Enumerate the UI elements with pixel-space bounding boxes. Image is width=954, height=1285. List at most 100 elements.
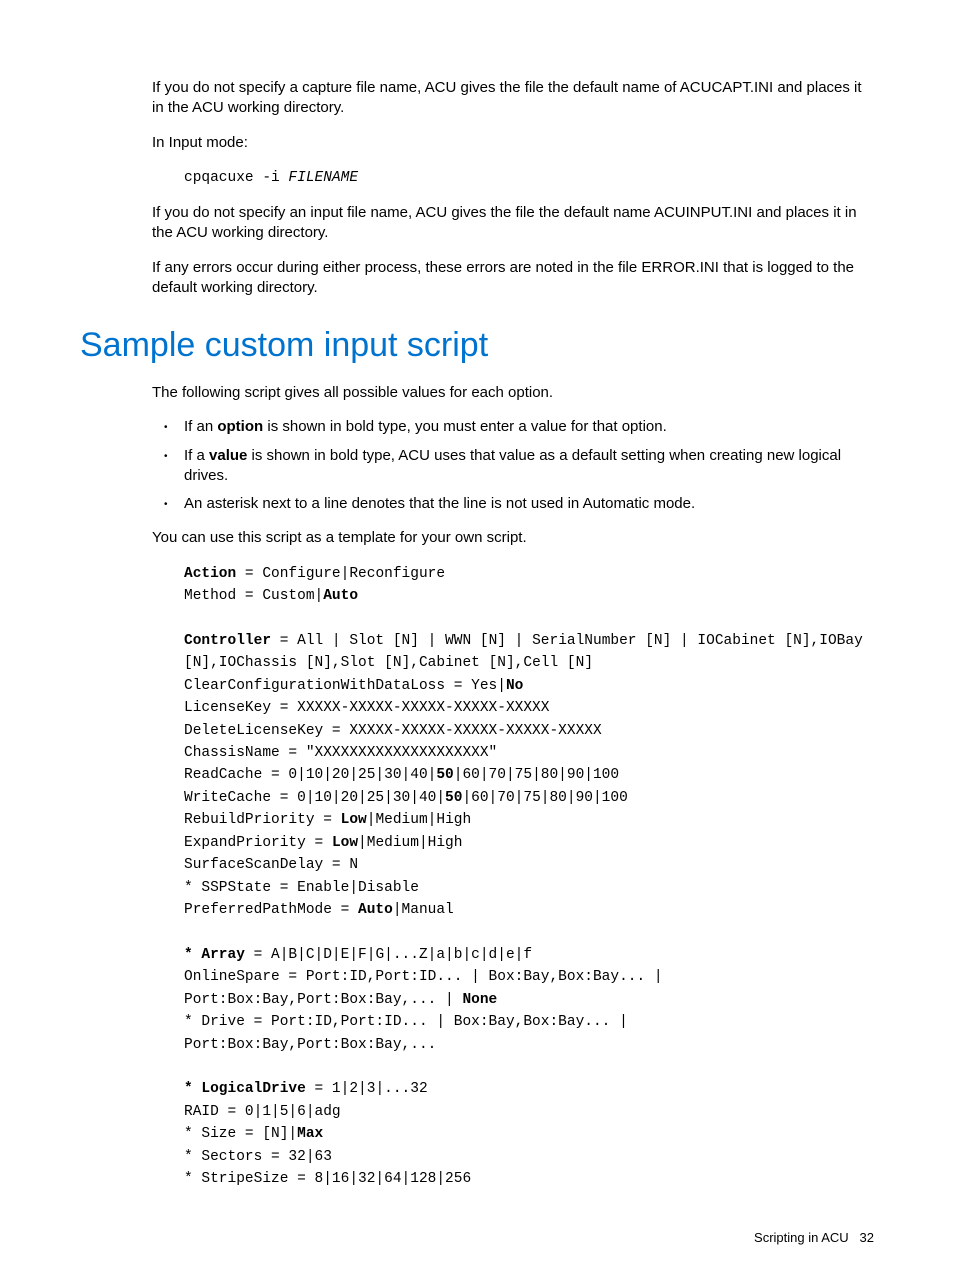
text: PreferredPathMode =: [184, 902, 358, 918]
script-line: * SSPState = Enable|Disable: [184, 877, 874, 899]
text: ClearConfigurationWithDataLoss = Yes|: [184, 678, 506, 694]
list-item: If an option is shown in bold type, you …: [184, 417, 874, 437]
script-line: * Array = A|B|C|D|E|F|G|...Z|a|b|c|d|e|f: [184, 944, 874, 966]
text: WriteCache = 0|10|20|25|30|40|: [184, 790, 445, 806]
text-bold: Low: [341, 812, 367, 828]
text: is shown in bold type, ACU uses that val…: [184, 447, 841, 484]
text: SurfaceScanDelay =: [184, 857, 349, 873]
paragraph: If you do not specify a capture file nam…: [80, 78, 874, 119]
script-line: ExpandPriority = Low|Medium|High: [184, 832, 874, 854]
text: ReadCache = 0|10|20|25|30|40|: [184, 767, 436, 783]
text: ] | IOCabinet [: [663, 633, 794, 649]
blank-line: [184, 1056, 874, 1078]
script-line: * StripeSize = 8|16|32|64|128|256: [184, 1168, 874, 1190]
paragraph: You can use this script as a template fo…: [80, 528, 874, 548]
text-bold: 50: [436, 767, 453, 783]
text: ExpandPriority =: [184, 835, 332, 851]
text: If an: [184, 418, 217, 435]
code-variable: FILENAME: [288, 170, 358, 186]
text: |Medium|High: [358, 835, 462, 851]
text-var: N: [654, 633, 663, 649]
text-var: N: [349, 857, 358, 873]
text: = 1|2|3|...32: [306, 1081, 428, 1097]
text-bold: value: [209, 447, 247, 464]
script-line: RebuildPriority = Low|Medium|High: [184, 809, 874, 831]
text-bold: Action: [184, 566, 236, 582]
blank-line: [184, 922, 874, 944]
text-bold: Array: [201, 947, 245, 963]
bullet-list: If an option is shown in bold type, you …: [80, 417, 874, 514]
code-text: cpqacuxe -i: [184, 170, 288, 186]
text: ],Cabinet [: [402, 655, 498, 671]
script-line: WriteCache = 0|10|20|25|30|40|50|60|70|7…: [184, 787, 874, 809]
text-var: N: [393, 655, 402, 671]
page-footer: Scripting in ACU 32: [80, 1230, 874, 1245]
script-line: LicenseKey = XXXXX-XXXXX-XXXXX-XXXXX-XXX…: [184, 697, 874, 719]
text-var: N: [315, 655, 324, 671]
text: = Configure|Reconfigure: [236, 566, 445, 582]
text: ],IOChassis [: [201, 655, 314, 671]
section-heading: Sample custom input script: [80, 326, 874, 365]
text-bold: LogicalDrive: [201, 1081, 305, 1097]
script-line: Method = Custom|Auto: [184, 585, 874, 607]
text: ],Slot [: [323, 655, 393, 671]
text-bold: Max: [297, 1126, 323, 1142]
script-line: PreferredPathMode = Auto|Manual: [184, 899, 874, 921]
text: = All | Slot [: [271, 633, 402, 649]
text: |Manual: [393, 902, 454, 918]
text: |Medium|High: [367, 812, 471, 828]
paragraph: If you do not specify an input file name…: [80, 203, 874, 244]
script-line: DeleteLicenseKey = XXXXX-XXXXX-XXXXX-XXX…: [184, 720, 874, 742]
text-bold: No: [506, 678, 523, 694]
text-bold: Auto: [323, 588, 358, 604]
text: is shown in bold type, you must enter a …: [263, 418, 667, 435]
script-line: * Size = [N]|Max: [184, 1123, 874, 1145]
text-bold: Auto: [358, 902, 393, 918]
list-item: If a value is shown in bold type, ACU us…: [184, 446, 874, 487]
text: |60|70|75|80|90|100: [454, 767, 619, 783]
footer-title: Scripting in ACU: [754, 1230, 849, 1245]
document-page: If you do not specify a capture file nam…: [0, 0, 954, 1285]
script-line: ClearConfigurationWithDataLoss = Yes|No: [184, 675, 874, 697]
script-line: * Sectors = 32|63: [184, 1146, 874, 1168]
text: Method = Custom|: [184, 588, 323, 604]
script-line: * Drive = Port:ID,Port:ID... | Box:Bay,B…: [184, 1011, 874, 1056]
text: RebuildPriority =: [184, 812, 341, 828]
script-line: ChassisName = "XXXXXXXXXXXXXXXXXXXX": [184, 742, 874, 764]
script-line: Controller = All | Slot [N] | WWN [N] | …: [184, 630, 874, 675]
text-var: N: [271, 1126, 280, 1142]
text-bold: Controller: [184, 633, 271, 649]
text: = A|B|C|D|E|F|G|...Z|a|b|c|d|e|f: [245, 947, 532, 963]
blank-line: [184, 608, 874, 630]
text: ],Cell [: [506, 655, 576, 671]
text-bold: None: [462, 992, 497, 1008]
script-line: RAID = 0|1|5|6|adg: [184, 1101, 874, 1123]
text: If a: [184, 447, 209, 464]
text: ] | SerialNumber [: [497, 633, 654, 649]
text-bold: *: [184, 1081, 201, 1097]
text-var: N: [489, 633, 498, 649]
text: ] | WWN [: [410, 633, 488, 649]
text-var: N: [576, 655, 585, 671]
text: OnlineSpare = Port:ID,Port:ID... | Box:B…: [184, 969, 663, 1007]
text-bold: 50: [445, 790, 462, 806]
text-var: N: [497, 655, 506, 671]
text: * Size = [: [184, 1126, 271, 1142]
code-line: cpqacuxe -i FILENAME: [80, 167, 874, 189]
text-var: N: [793, 633, 802, 649]
script-line: Action = Configure|Reconfigure: [184, 563, 874, 585]
script-block: Action = Configure|Reconfigure Method = …: [80, 563, 874, 1191]
text-bold: option: [217, 418, 263, 435]
text-bold: Low: [332, 835, 358, 851]
text-bold: *: [184, 947, 201, 963]
paragraph: If any errors occur during either proces…: [80, 258, 874, 299]
paragraph: In Input mode:: [80, 133, 874, 153]
text-var: N: [402, 633, 411, 649]
script-line: OnlineSpare = Port:ID,Port:ID... | Box:B…: [184, 966, 874, 1011]
page-number: 32: [860, 1230, 874, 1245]
script-line: SurfaceScanDelay = N: [184, 854, 874, 876]
script-line: * LogicalDrive = 1|2|3|...32: [184, 1078, 874, 1100]
script-line: ReadCache = 0|10|20|25|30|40|50|60|70|75…: [184, 764, 874, 786]
text: ]: [584, 655, 593, 671]
list-item: An asterisk next to a line denotes that …: [184, 494, 874, 514]
